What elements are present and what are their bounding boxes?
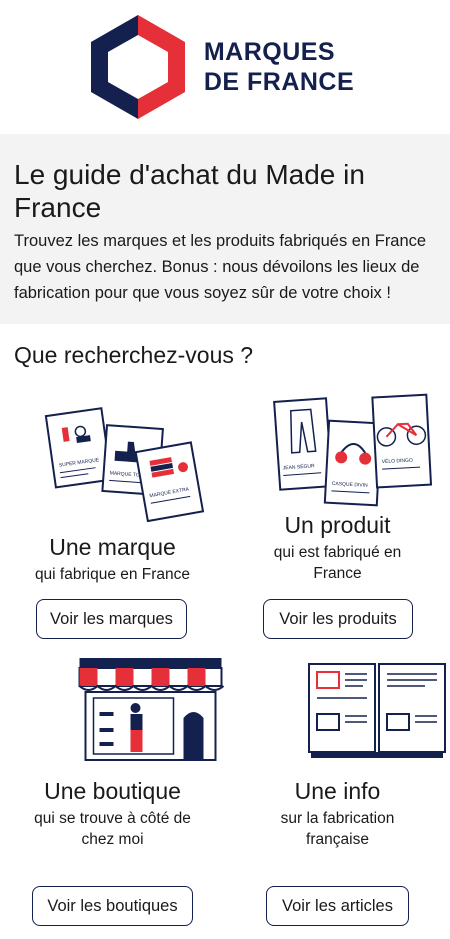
card-subtitle: qui est fabriqué en France xyxy=(273,544,402,582)
card-title: Une boutique xyxy=(44,778,181,804)
view-shops-button[interactable]: Voir les boutiques xyxy=(32,886,193,926)
card-product: JEAN SÉGUR CASQUE DIVIN VÉLO DINGO Un pr… xyxy=(225,384,450,664)
intro-description: Trouvez les marques et les produits fabr… xyxy=(14,232,427,302)
product-cards-illustration: JEAN SÉGUR CASQUE DIVIN VÉLO DINGO xyxy=(273,393,433,507)
card-shop: Une boutique qui se trouve à côté de che… xyxy=(0,656,225,939)
category-grid: SUPER MARQUE MARQUE TOP MARQUE EXTRA Une xyxy=(0,384,450,939)
hexagon-logo-icon xyxy=(90,15,185,119)
card-title: Une marque xyxy=(49,534,176,560)
logo-line-2: DE FRANCE xyxy=(203,68,355,96)
card-subtitle: qui fabrique en France xyxy=(34,566,191,583)
open-book-icon xyxy=(308,663,446,758)
card-title: Une info xyxy=(294,778,381,804)
card-subtitle: qui se trouve à côté de chez moi xyxy=(34,810,191,848)
brand-cards-illustration: SUPER MARQUE MARQUE TOP MARQUE EXTRA xyxy=(44,407,205,522)
logo-line-1: MARQUES xyxy=(203,38,336,66)
view-products-button[interactable]: Voir les produits xyxy=(263,599,413,639)
logo[interactable]: MARQUES DE FRANCE xyxy=(88,12,354,122)
logo-text: MARQUES DE FRANCE xyxy=(204,37,354,97)
view-articles-button[interactable]: Voir les articles xyxy=(266,886,409,926)
intro-section: Le guide d'achat du Made in France Trouv… xyxy=(0,134,450,324)
header: MARQUES DE FRANCE xyxy=(0,0,450,134)
section-heading: Que recherchez-vous ? xyxy=(14,342,254,368)
card-subtitle: sur la fabrication française xyxy=(280,810,395,848)
card-brand: SUPER MARQUE MARQUE TOP MARQUE EXTRA Une xyxy=(0,384,225,664)
view-brands-button[interactable]: Voir les marques xyxy=(36,599,187,639)
card-title: Un produit xyxy=(284,512,391,538)
page-title: Le guide d'achat du Made in France xyxy=(14,159,365,223)
card-info: Une info sur la fabrication française Vo… xyxy=(225,656,450,939)
